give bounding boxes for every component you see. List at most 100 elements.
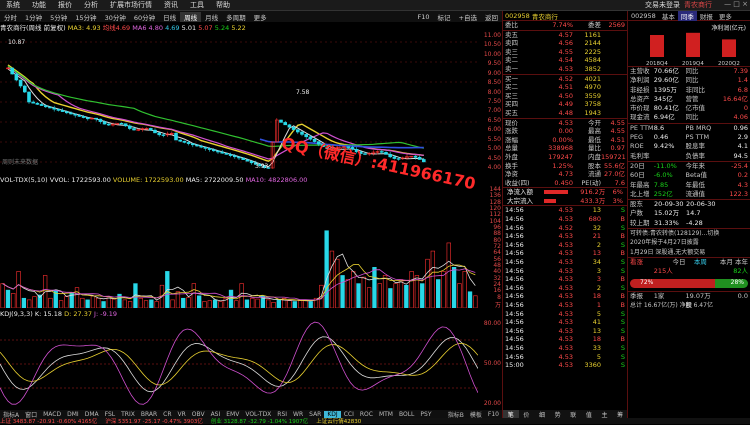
quote-cell: 外盘 [505, 152, 518, 161]
candle-body [228, 154, 233, 156]
indicator-right-2[interactable]: F10 [485, 411, 502, 418]
quote-cell: S [620, 352, 625, 361]
volume-bar [297, 300, 303, 308]
period-1min[interactable]: 1分钟 [21, 12, 46, 22]
quote-row: 14:56 4.53 33 S [503, 344, 627, 353]
quote-tab-4[interactable]: 联 [566, 410, 582, 419]
news-item-2[interactable]: 1月29日 深股通,无大额交易 [628, 248, 750, 257]
quote-cell: 4584 [584, 56, 601, 65]
sentiment-month[interactable]: 本月 [720, 258, 733, 266]
axis-tick: 11.00 [483, 32, 501, 39]
fund-tab-1[interactable]: 基本 [659, 11, 678, 21]
quote-cell: 4.53 [558, 292, 573, 301]
tick-list[interactable]: 14:56 4.53 13 S 14:56 4.53 680 B 14:56 4.52 32 S 14:… [503, 206, 627, 369]
quote-tab-6[interactable]: 主 [597, 410, 613, 419]
quote-cell: 卖四 [505, 39, 518, 48]
fund-tab-2[interactable]: 同季 [677, 10, 697, 21]
indicator-tab-22[interactable]: PSY [417, 411, 434, 418]
period-multi[interactable]: 多周期 [222, 12, 250, 22]
kdj-name: KDJ(9,3,3) [0, 310, 33, 318]
menu-item-system[interactable]: 系统 [0, 0, 26, 10]
news-list[interactable]: 可转债:青农转债(128129)...切换 2020年报于4月27日披露 1月29日… [628, 229, 750, 257]
fund-cell: PE TTM [630, 123, 654, 132]
quote-cell: 2 [596, 283, 601, 292]
quote-cell: 4.56 [558, 39, 573, 48]
candle-body [199, 145, 203, 148]
period-intraday[interactable]: 分时 [0, 12, 21, 22]
news-item-0[interactable]: 可转债:青农转债(128129)...切换 [628, 229, 750, 238]
axis-tick: 80.00 [483, 320, 501, 327]
flow-row: 净流入额 916.2万 6% [507, 188, 623, 197]
menu-item-extended-market[interactable]: 扩展市场行情 [104, 0, 158, 10]
quote-tab-5[interactable]: 值 [581, 410, 597, 419]
fund-tab-0[interactable]: 002958 [628, 12, 659, 20]
vol-ma5: MA5: 2722009.50 [185, 176, 244, 184]
f10-button[interactable]: F10 [414, 13, 434, 21]
sentiment-header: 看涨 今日 本周 本月 本年 [628, 258, 750, 267]
indicator-tab-21[interactable]: BOLL [396, 411, 417, 418]
quote-cell: B [620, 215, 625, 224]
menu-item-function[interactable]: 功能 [26, 0, 52, 10]
fund-row: 股东 20-09-30 20-06-30 [628, 200, 750, 209]
period-more[interactable]: 更多 [250, 12, 271, 22]
quote-tab-7[interactable]: 筹 [612, 410, 628, 419]
volume-bar [473, 295, 478, 308]
fund-cell: 29.60亿 [653, 76, 679, 85]
candle-body [14, 73, 19, 81]
fund-tab-3[interactable]: 财报 [697, 11, 716, 21]
quote-tab-3[interactable]: 势 [550, 410, 566, 419]
fund-cell: 同比 [685, 67, 699, 75]
volume-bar [292, 301, 297, 308]
period-monthly[interactable]: 月线 [201, 12, 222, 22]
sentiment-today[interactable]: 今日 [654, 258, 686, 267]
news-item-1[interactable]: 2020年报于4月27日披露 [628, 238, 750, 247]
candle-body [65, 111, 69, 114]
mark-button[interactable]: 标记 [434, 12, 455, 22]
ma5-value: 5.07 [198, 24, 213, 32]
quote-tab-1[interactable]: 价 [519, 410, 535, 419]
candle-body [212, 149, 216, 152]
add-watchlist-button[interactable]: +自选 [455, 12, 481, 22]
period-5min[interactable]: 5分钟 [46, 12, 71, 22]
back-button[interactable]: 返回 [481, 12, 502, 22]
period-weekly[interactable]: 周线 [180, 11, 202, 22]
quote-cell: 卖二 [505, 56, 518, 65]
quote-cell: 2 [596, 240, 601, 249]
menu-item-tools[interactable]: 工具 [184, 0, 210, 10]
volume-chart[interactable] [0, 186, 478, 308]
profit-bar [686, 32, 700, 57]
fund-cell: 7.85 [653, 180, 669, 189]
volume-bar [27, 299, 32, 308]
quote-row: 14:56 4.53 41 S [503, 318, 627, 327]
volume-bar [16, 271, 21, 308]
window-controls[interactable]: — □ × [724, 0, 748, 8]
quote-cell: 4.53 [558, 240, 573, 249]
volume-bar [372, 267, 377, 308]
quote-cell [601, 83, 625, 92]
fund-tab-4[interactable]: 更多 [716, 11, 735, 21]
volume-bar [197, 295, 202, 308]
period-15min[interactable]: 15分钟 [71, 12, 100, 22]
quote-panel: 002958 青农商行 委比 7.74% 委差 2569 卖五 4.57 1161 卖四 4.… [502, 11, 628, 419]
menu-item-quote[interactable]: 报价 [52, 0, 78, 10]
kline-chart[interactable]: 10.87 7.58 3.93 周则未来数据 [0, 32, 478, 172]
quote-row: 收益(四) 0.450 PE(动) 7.6 [503, 179, 627, 188]
fund-cell: 6.94亿 [653, 113, 675, 122]
fund-cell: 1395万 [653, 85, 677, 94]
kdj-chart[interactable] [0, 320, 478, 408]
indicator-tab-20[interactable]: MTM [376, 411, 396, 418]
fund-cell: 31.33% [654, 218, 679, 227]
quote-tab-0[interactable]: 笔 [503, 410, 519, 419]
quote-cell: 14:56 [505, 301, 524, 309]
menu-item-news[interactable]: 资讯 [158, 0, 184, 10]
period-60min[interactable]: 60分钟 [130, 12, 159, 22]
quote-tab-2[interactable]: 细 [534, 410, 550, 419]
menu-item-help[interactable]: 帮助 [210, 0, 236, 10]
period-daily[interactable]: 日线 [159, 12, 180, 22]
menu-item-analysis[interactable]: 分析 [78, 0, 104, 10]
period-30min[interactable]: 30分钟 [101, 12, 130, 22]
login-status[interactable]: 交易未登录 青农商行 [645, 0, 712, 10]
financial-rows: 主营收 70.66亿 同比 7.39 净利润 29.60亿 同比 1.4 非经损 1395万 非同比… [628, 67, 750, 123]
sentiment-year[interactable]: 本年 [735, 258, 748, 266]
sentiment-week[interactable]: 本周 [686, 258, 716, 267]
